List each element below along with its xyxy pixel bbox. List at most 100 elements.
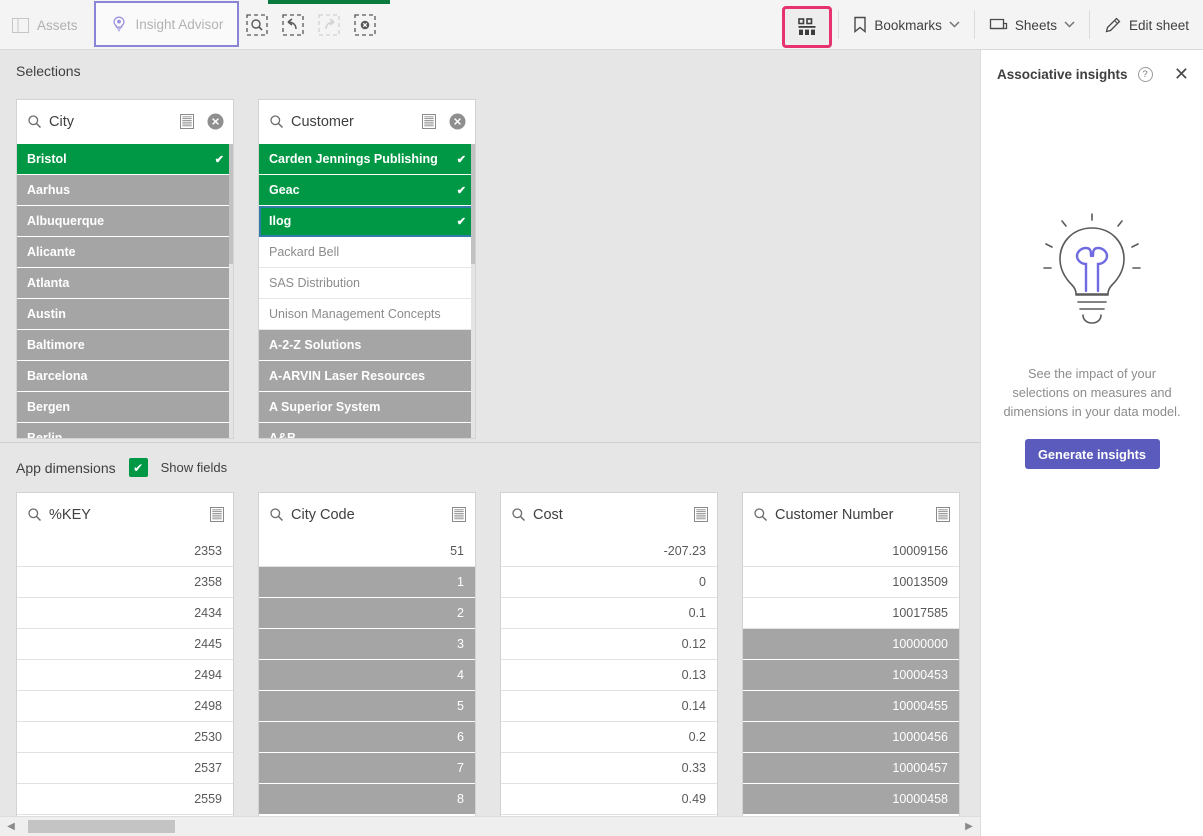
list-view-icon[interactable]: [936, 507, 950, 522]
assets-button[interactable]: Assets: [0, 0, 94, 50]
dimension-list-item[interactable]: 2445: [17, 629, 233, 660]
scrollbar-track[interactable]: [22, 820, 958, 833]
selection-list-item[interactable]: SAS Distribution: [259, 268, 475, 299]
horizontal-scrollbar[interactable]: ◀ ▶: [0, 816, 980, 836]
insight-advisor-label: Insight Advisor: [135, 16, 224, 32]
dimension-list-item[interactable]: 6: [259, 722, 475, 753]
dimension-list-item[interactable]: 10009156: [743, 536, 959, 567]
dimension-list-item[interactable]: 3: [259, 629, 475, 660]
step-back-button[interactable]: [275, 0, 311, 50]
selection-list-item[interactable]: Carden Jennings Publishing ✔: [259, 144, 475, 175]
scrollbar-thumb[interactable]: [28, 820, 175, 833]
list-view-icon[interactable]: [180, 114, 194, 129]
dimension-list-item[interactable]: 4: [259, 660, 475, 691]
search-icon[interactable]: [511, 507, 526, 522]
dimension-list-item[interactable]: 7: [259, 753, 475, 784]
dimension-list-item[interactable]: 0.1: [501, 598, 717, 629]
selection-item-label: Baltimore: [27, 338, 85, 352]
dimension-list-item[interactable]: 0.2: [501, 722, 717, 753]
dimension-list-item[interactable]: 8: [259, 784, 475, 815]
selection-list-item[interactable]: Albuquerque: [17, 206, 233, 237]
selection-item-label: A&B: [269, 431, 297, 439]
selection-list-item[interactable]: Packard Bell: [259, 237, 475, 268]
dimension-list-item[interactable]: 1: [259, 567, 475, 598]
show-fields-label[interactable]: Show fields: [161, 460, 227, 475]
field-name: %KEY: [49, 506, 91, 523]
list-view-icon[interactable]: [422, 114, 436, 129]
search-icon[interactable]: [753, 507, 768, 522]
selection-list-item[interactable]: Berlin: [17, 423, 233, 438]
list-view-icon[interactable]: [452, 507, 466, 522]
dimension-list-item[interactable]: 10000453: [743, 660, 959, 691]
selection-list-item[interactable]: Bergen: [17, 392, 233, 423]
dimension-list-item[interactable]: 2434: [17, 598, 233, 629]
search-icon[interactable]: [27, 114, 42, 129]
column-scrollbar-thumb[interactable]: [471, 144, 475, 264]
help-icon[interactable]: ?: [1137, 66, 1153, 82]
dimension-list-item[interactable]: 2353: [17, 536, 233, 567]
dimension-list-item[interactable]: 5: [259, 691, 475, 722]
edit-sheet-button[interactable]: Edit sheet: [1090, 0, 1203, 50]
selection-list-item[interactable]: Barcelona: [17, 361, 233, 392]
selection-list-item[interactable]: Ilog ✔: [259, 206, 475, 237]
clear-selection-icon[interactable]: [207, 113, 224, 130]
column-scrollbar[interactable]: [229, 144, 233, 438]
selection-list-item[interactable]: Unison Management Concepts: [259, 299, 475, 330]
bookmarks-menu[interactable]: Bookmarks: [839, 0, 974, 50]
generate-insights-button[interactable]: Generate insights: [1024, 439, 1160, 469]
selection-list-item[interactable]: Baltimore: [17, 330, 233, 361]
show-fields-checkbox[interactable]: ✔: [128, 458, 148, 477]
dimension-list-item[interactable]: 0.12: [501, 629, 717, 660]
selection-list-item[interactable]: Alicante: [17, 237, 233, 268]
dimension-list-item[interactable]: 2530: [17, 722, 233, 753]
selection-list-item[interactable]: Geac ✔: [259, 175, 475, 206]
dimension-list-item[interactable]: 10000000: [743, 629, 959, 660]
dimension-list-item[interactable]: 0.14: [501, 691, 717, 722]
selection-list-item[interactable]: Austin: [17, 299, 233, 330]
dimension-list-item[interactable]: 2: [259, 598, 475, 629]
dimension-list-item[interactable]: 51: [259, 536, 475, 567]
search-icon[interactable]: [269, 114, 284, 129]
selection-list-item[interactable]: A Superior System: [259, 392, 475, 423]
list-view-icon[interactable]: [694, 507, 708, 522]
list-view-icon[interactable]: [210, 507, 224, 522]
associative-insights-title: Associative insights: [997, 66, 1128, 82]
close-icon[interactable]: ✕: [1174, 65, 1189, 83]
dimension-list-item[interactable]: 0.49: [501, 784, 717, 815]
selection-list-item[interactable]: Aarhus: [17, 175, 233, 206]
clear-selection-icon[interactable]: [449, 113, 466, 130]
scroll-left-arrow[interactable]: ◀: [0, 821, 22, 832]
dimension-list-item[interactable]: 10000455: [743, 691, 959, 722]
dimension-list-item[interactable]: 2559: [17, 784, 233, 815]
column-scrollbar-thumb[interactable]: [229, 144, 233, 264]
dimension-list-item[interactable]: 10000457: [743, 753, 959, 784]
dimension-list-item[interactable]: 0.33: [501, 753, 717, 784]
clear-all-selections-button[interactable]: [347, 0, 383, 50]
selection-search-button[interactable]: [239, 0, 275, 50]
search-icon[interactable]: [269, 507, 284, 522]
dimension-list-item[interactable]: 10013509: [743, 567, 959, 598]
sheets-menu[interactable]: Sheets: [975, 0, 1089, 50]
column-scrollbar[interactable]: [471, 144, 475, 438]
search-icon[interactable]: [27, 507, 42, 522]
dimension-list-item[interactable]: 2498: [17, 691, 233, 722]
dimension-list-item[interactable]: 10017585: [743, 598, 959, 629]
insight-advisor-button[interactable]: Insight Advisor: [93, 1, 240, 47]
selection-list-item[interactable]: A-ARVIN Laser Resources: [259, 361, 475, 392]
dimension-list-item[interactable]: 2537: [17, 753, 233, 784]
dimension-list-item[interactable]: 0.13: [501, 660, 717, 691]
dimension-list-item[interactable]: -207.23: [501, 536, 717, 567]
selection-list-item[interactable]: A-2-Z Solutions: [259, 330, 475, 361]
scroll-right-arrow[interactable]: ▶: [958, 821, 980, 832]
selections-tool-button[interactable]: [782, 5, 833, 48]
step-forward-button[interactable]: [311, 0, 347, 50]
dimension-list-item[interactable]: 2494: [17, 660, 233, 691]
selection-list-item[interactable]: A&B: [259, 423, 475, 439]
dimension-list-item[interactable]: 0: [501, 567, 717, 598]
dimension-list-item[interactable]: 10000458: [743, 784, 959, 815]
selection-list-item[interactable]: Atlanta: [17, 268, 233, 299]
selection-list-item[interactable]: Bristol ✔: [17, 144, 233, 175]
dimension-list-item[interactable]: 2358: [17, 567, 233, 598]
dimension-list-item[interactable]: 10000456: [743, 722, 959, 753]
